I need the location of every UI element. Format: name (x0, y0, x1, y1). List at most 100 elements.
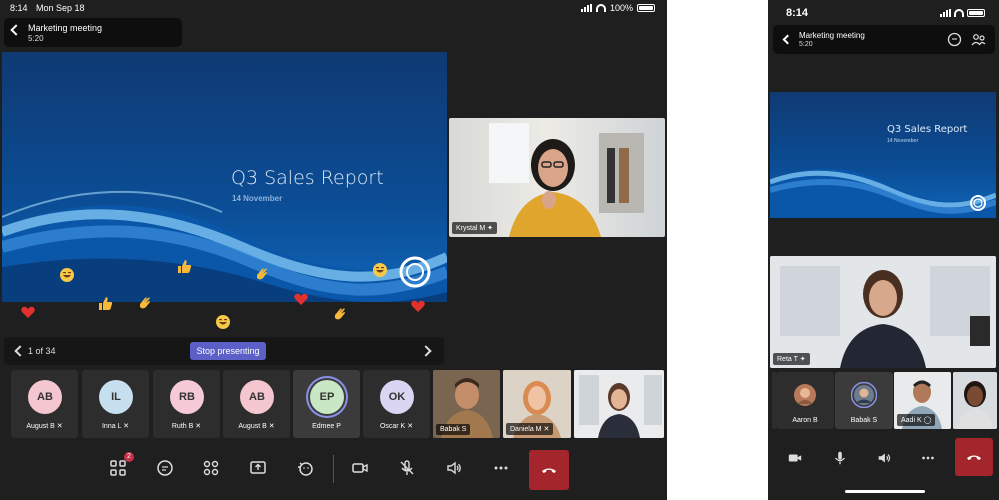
slide-page-indicator: 1 of 34 (28, 346, 56, 356)
heart-reaction-icon (293, 291, 309, 307)
clap-reaction-icon (332, 306, 348, 322)
mic-muted-icon: ✕ (407, 423, 414, 430)
battery-icon (637, 4, 655, 12)
meeting-header: Marketing meeting 5:20 (773, 25, 995, 54)
mic-muted-icon: ✕ (195, 423, 202, 430)
slide-title: Q3 Sales Report (887, 124, 968, 135)
participant-name: August B ✕ (238, 423, 275, 430)
participant-tile-speaking[interactable]: Babak S (835, 372, 893, 429)
camera-icon (352, 463, 368, 473)
previous-slide-button[interactable] (14, 345, 26, 357)
hang-up-button[interactable] (529, 450, 569, 490)
participant-tile-speaking[interactable]: EP Edmee P (293, 370, 360, 438)
share-button[interactable] (247, 457, 269, 479)
heart-reaction-icon (20, 304, 36, 320)
wifi-icon (954, 9, 964, 17)
more-icon (494, 466, 508, 470)
participant-tile[interactable]: Aaron B (776, 372, 834, 429)
camera-button[interactable] (785, 448, 805, 468)
participant-name: Aaron B (792, 417, 818, 424)
battery-percent: 100% (609, 3, 633, 13)
participant-video-image (770, 256, 996, 368)
pinned-video-tile[interactable]: Reta T ✦ (770, 256, 996, 368)
participant-name: Inna L ✕ (101, 423, 130, 430)
speaker-button[interactable] (874, 448, 894, 468)
participant-video-image (574, 370, 664, 438)
slide-controls: 1 of 34 Stop presenting (4, 337, 444, 365)
speaker-button[interactable] (443, 457, 465, 479)
camera-icon (788, 454, 802, 462)
participant-name-badge: Reta T ✦ (773, 353, 810, 365)
call-toolbar: 2 (0, 443, 667, 500)
avatar (794, 384, 816, 406)
status-bar: 8:14 (768, 0, 999, 22)
status-time: 8:14 (10, 3, 28, 13)
toolbar-divider (333, 455, 334, 483)
back-icon[interactable] (10, 24, 22, 36)
participant-video-tile[interactable]: Daniela M ✕ (503, 370, 571, 438)
meeting-duration: 5:20 (799, 41, 813, 48)
people-button[interactable] (200, 457, 222, 479)
participant-name-badge: Krystal M ✦ (452, 222, 497, 234)
mic-muted-icon: ✕ (268, 423, 275, 430)
phone-meeting-screen: 8:14 Marketing meeting 5:20 Q3 Sales Rep (768, 0, 999, 500)
participant-video-tile[interactable]: Aadi K ◯ (894, 372, 951, 429)
next-slide-button[interactable] (420, 345, 432, 357)
slide-date: 14 November (887, 138, 919, 144)
chat-icon (157, 460, 173, 476)
meeting-duration: 5:20 (28, 34, 44, 43)
stop-presenting-button[interactable]: Stop presenting (190, 342, 266, 360)
chat-button[interactable] (154, 457, 176, 479)
participant-tile[interactable]: IL Inna L ✕ (82, 370, 149, 438)
avatar: RB (170, 380, 204, 414)
hang-up-button[interactable] (955, 438, 993, 476)
microphone-icon (835, 451, 845, 465)
participant-name: August B ✕ (26, 423, 63, 430)
participant-tile[interactable]: AB August B ✕ (223, 370, 290, 438)
participant-name: Reta T (777, 356, 798, 363)
status-date: Mon Sep 18 (36, 3, 85, 13)
slide-title: Q3 Sales Report (231, 167, 384, 189)
microphone-button[interactable] (830, 448, 850, 468)
more-options-button[interactable] (918, 448, 938, 468)
avatar (851, 382, 877, 408)
signal-icon (580, 4, 592, 12)
avatar: AB (240, 380, 274, 414)
home-indicator[interactable] (845, 490, 925, 493)
participant-name: Edmee P (312, 423, 341, 430)
participant-name: Babak S (850, 417, 878, 424)
signal-icon (940, 9, 951, 17)
participant-tile[interactable]: OK Oscar K ✕ (363, 370, 430, 438)
more-options-button[interactable] (490, 457, 512, 479)
meeting-header: Marketing meeting 5:20 (4, 18, 182, 47)
heart-reaction-icon (410, 298, 426, 314)
back-icon[interactable] (782, 34, 793, 45)
mic-off-icon (400, 460, 414, 475)
people-icon[interactable] (971, 32, 986, 47)
reactions-button[interactable] (294, 457, 316, 479)
status-right: 100% (580, 3, 655, 13)
participant-video-tile[interactable] (953, 372, 997, 429)
reactions-icon (298, 462, 313, 476)
participant-tile[interactable]: RB Ruth B ✕ (153, 370, 220, 438)
participant-video-tile[interactable] (574, 370, 664, 438)
avatar: IL (99, 380, 133, 414)
camera-button[interactable] (349, 457, 371, 479)
apps-badge: 2 (124, 452, 134, 462)
mute-button[interactable] (396, 457, 418, 479)
mic-muted-icon: ✕ (123, 423, 130, 430)
participant-name: Oscar K ✕ (379, 423, 414, 430)
participant-video-tile[interactable]: Babak S (433, 370, 500, 438)
apps-button[interactable]: 2 (107, 452, 134, 479)
chat-icon[interactable] (947, 32, 962, 47)
screenshot-root: 8:14 Mon Sep 18 100% Marketing meeting 5… (0, 0, 999, 500)
pinned-video-tile[interactable]: Krystal M ✦ (449, 118, 665, 237)
speaker-icon (878, 453, 891, 463)
avatar: AB (28, 380, 62, 414)
phone-hangup-icon (967, 455, 981, 460)
participant-tile[interactable]: AB August B ✕ (11, 370, 78, 438)
participant-name-badge: Daniela M ✕ (506, 423, 554, 435)
status-right (940, 9, 985, 17)
status-time: 8:14 (786, 7, 809, 19)
speaking-icon: ◯ (923, 417, 932, 424)
